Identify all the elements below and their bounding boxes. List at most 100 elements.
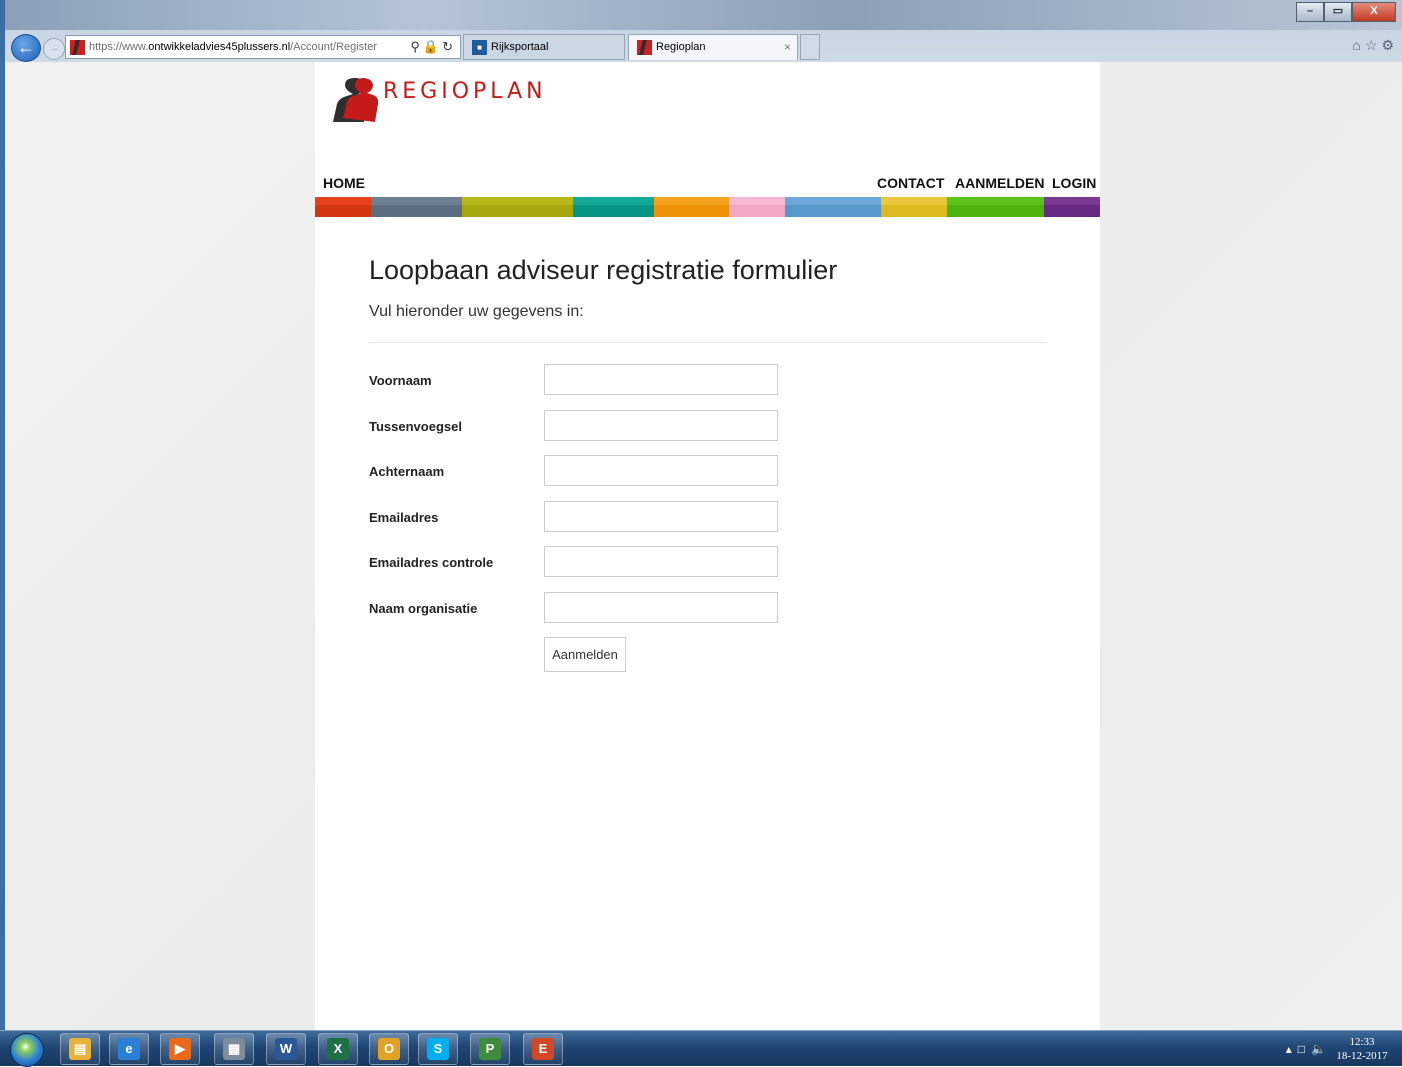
lock-icon[interactable]: 🔒: [423, 39, 442, 54]
minimize-button[interactable]: –: [1296, 2, 1324, 22]
calculator-icon: ▦: [223, 1038, 245, 1060]
app-icon: E: [532, 1038, 554, 1060]
color-segment-bottom: [573, 205, 654, 217]
tussenvoegsel-label: Tussenvoegsel: [369, 419, 462, 434]
color-segment: [462, 197, 573, 217]
back-button[interactable]: ←: [11, 34, 41, 62]
nav-login[interactable]: LOGIN: [1052, 172, 1096, 194]
taskbar-app[interactable]: ▦: [214, 1033, 254, 1065]
color-segment-top: [462, 197, 573, 205]
form-row-tussenvoegsel: Tussenvoegsel: [369, 410, 789, 442]
home-icon[interactable]: ⌂: [1352, 37, 1364, 53]
emailadres-input[interactable]: [544, 501, 778, 532]
color-segment-bottom: [654, 205, 729, 217]
voornaam-label: Voornaam: [369, 373, 432, 388]
regioplan-favicon: [637, 39, 652, 55]
taskbar-app[interactable]: S: [418, 1033, 458, 1065]
color-segment: [573, 197, 654, 217]
nav-home[interactable]: HOME: [323, 172, 365, 194]
window-left-edge: [0, 0, 5, 1065]
show-hidden-icons-icon[interactable]: ▴: [1286, 1042, 1298, 1056]
emailadres-controle-label: Emailadres controle: [369, 555, 494, 570]
achternaam-label: Achternaam: [369, 464, 445, 479]
taskbar-app[interactable]: P: [470, 1033, 510, 1065]
start-button[interactable]: [10, 1033, 44, 1067]
tab-label: Regioplan: [656, 41, 706, 53]
emailadres-label: Emailadres: [369, 510, 439, 525]
color-segment-bottom: [881, 205, 947, 217]
arrow-right-icon: →: [48, 42, 60, 54]
emailadres-controle-input[interactable]: [544, 546, 778, 577]
nav-aanmelden[interactable]: AANMELDEN: [955, 172, 1044, 194]
tray-icons: ▴□🔈: [1286, 1042, 1332, 1056]
url-scheme: https://www.: [89, 41, 149, 53]
aanmelden-button[interactable]: Aanmelden: [544, 637, 626, 672]
taskbar-app[interactable]: ▤: [60, 1033, 100, 1065]
browser-chrome: – ▭ X ← → https://www.ontwikkeladvies45p…: [5, 0, 1402, 62]
taskbar-app[interactable]: O: [369, 1033, 409, 1065]
clock[interactable]: 12:33 18-12-2017: [1332, 1035, 1392, 1063]
page-title: Loopbaan adviseur registratie formulier: [369, 255, 838, 285]
tussenvoegsel-input[interactable]: [544, 410, 778, 441]
url-host: ontwikkeladvies45plussers.nl: [148, 41, 291, 53]
color-segment-top: [881, 197, 947, 205]
taskbar-app[interactable]: W: [266, 1033, 306, 1065]
voornaam-input[interactable]: [544, 364, 778, 395]
project-icon: P: [479, 1038, 501, 1060]
search-icon[interactable]: ⚲: [410, 39, 423, 54]
forward-button[interactable]: →: [43, 38, 65, 60]
main-nav: HOME CONTACT AANMELDEN LOGIN: [315, 172, 1100, 194]
achternaam-input[interactable]: [544, 455, 778, 486]
form-row-emailadres-controle: Emailadres controle: [369, 546, 789, 578]
color-segment: [785, 197, 881, 217]
color-segment-top: [654, 197, 729, 205]
media-player-icon: ▶: [169, 1038, 191, 1060]
favorites-star-icon[interactable]: ☆: [1365, 37, 1382, 53]
web-page: REGIOPLAN HOME CONTACT AANMELDEN LOGIN L…: [315, 62, 1100, 1030]
tab-rijksportaal[interactable]: ■ Rijksportaal: [463, 34, 625, 60]
maximize-button[interactable]: ▭: [1324, 2, 1352, 22]
tab-regioplan[interactable]: Regioplan ×: [628, 34, 798, 60]
form-row-naam-organisatie: Naam organisatie: [369, 592, 789, 624]
skype-icon: S: [427, 1038, 449, 1060]
color-segment-top: [947, 197, 1044, 205]
color-bar: [315, 197, 1100, 217]
color-segment-bottom: [947, 205, 1044, 217]
form-row-achternaam: Achternaam: [369, 455, 789, 487]
color-segment-top: [1044, 197, 1100, 205]
color-segment-top: [785, 197, 881, 205]
form-row-emailadres: Emailadres: [369, 501, 789, 533]
taskbar-app[interactable]: E: [523, 1033, 563, 1065]
color-segment-top: [573, 197, 654, 205]
taskbar-app[interactable]: e: [109, 1033, 149, 1065]
window-controls: – ▭ X: [1296, 2, 1396, 22]
color-segment-bottom: [1044, 205, 1100, 217]
form-row-voornaam: Voornaam: [369, 364, 789, 396]
color-segment-bottom: [315, 205, 371, 217]
tab-label: Rijksportaal: [491, 41, 549, 53]
refresh-icon[interactable]: ↻: [442, 39, 456, 54]
new-tab-button[interactable]: [800, 34, 820, 60]
color-segment-bottom: [462, 205, 573, 217]
naam-organisatie-input[interactable]: [544, 592, 778, 623]
url-path: /Account/Register: [290, 41, 377, 53]
address-tools: ⚲🔒↻: [410, 36, 456, 58]
color-segment-top: [371, 197, 462, 205]
color-segment-bottom: [729, 205, 785, 217]
browser-toolbar: ⌂☆⚙: [1352, 37, 1398, 54]
action-center-icon[interactable]: □: [1298, 1042, 1311, 1056]
regioplan-logo-icon[interactable]: [327, 78, 387, 126]
volume-icon[interactable]: 🔈: [1311, 1042, 1332, 1056]
taskbar-app[interactable]: ▶: [160, 1033, 200, 1065]
taskbar-app[interactable]: X: [318, 1033, 358, 1065]
color-segment-top: [729, 197, 785, 205]
nav-contact[interactable]: CONTACT: [877, 172, 944, 194]
close-window-button[interactable]: X: [1352, 2, 1396, 22]
regioplan-favicon: [70, 39, 85, 55]
excel-icon: X: [327, 1038, 349, 1060]
address-bar[interactable]: https://www.ontwikkeladvies45plussers.nl…: [65, 35, 461, 59]
gear-icon[interactable]: ⚙: [1381, 37, 1398, 53]
divider: [369, 342, 1046, 343]
clock-time: 12:33: [1349, 1036, 1375, 1048]
close-tab-icon[interactable]: ×: [784, 35, 791, 59]
